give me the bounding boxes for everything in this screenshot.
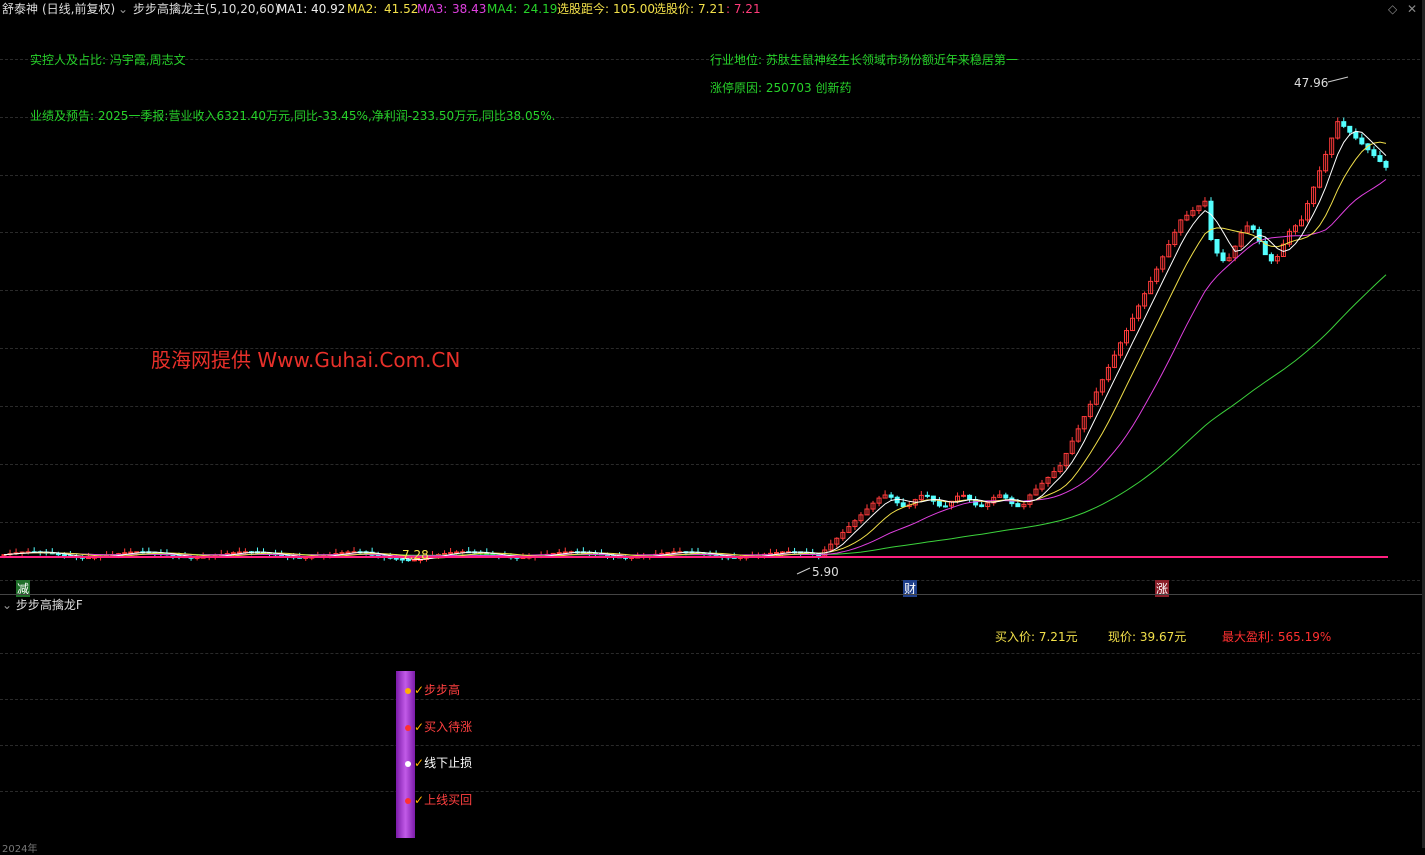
grid-line	[0, 791, 1425, 792]
candle-body	[556, 552, 562, 555]
grid-line	[0, 653, 1425, 654]
sub-indicator-name: 步步高擒龙F	[15, 598, 83, 612]
candle-body	[1383, 160, 1389, 168]
candle-body	[1353, 131, 1359, 139]
candle-body	[1371, 149, 1377, 157]
grid-line	[0, 699, 1425, 700]
candle-body	[979, 504, 985, 508]
sub-indicator-title[interactable]: ⌄ 步步高擒龙F	[2, 597, 83, 613]
signal-mairu: ✓买入待涨	[405, 720, 472, 734]
candle-body	[345, 551, 351, 554]
ma3-line	[3, 178, 1387, 557]
dot-icon	[405, 687, 411, 694]
candle-body	[665, 552, 671, 555]
ma1-line	[3, 130, 1387, 561]
candle-body	[900, 502, 906, 508]
candle-body	[1003, 494, 1009, 499]
candle-body	[448, 552, 454, 555]
candle-body	[1208, 200, 1214, 241]
candle-body	[55, 553, 61, 556]
candle-body	[936, 500, 942, 507]
candle-body	[780, 551, 786, 554]
dot-icon	[405, 760, 411, 767]
candle-body	[562, 551, 568, 554]
low-label: 5.90	[812, 565, 839, 579]
signal-label: 上线买回	[424, 793, 473, 807]
candle-body	[442, 552, 448, 555]
candle-body	[961, 494, 967, 497]
candle-body	[339, 552, 345, 555]
grid-line	[0, 745, 1425, 746]
signal-maihui: ✓上线买回	[405, 793, 472, 807]
candle-body	[1377, 155, 1383, 162]
low-arrow	[796, 567, 811, 575]
ma4-line	[3, 274, 1387, 556]
candle-body	[888, 494, 894, 498]
max-profit-info: 最大盈利: 565.19%	[1222, 630, 1332, 644]
candle-body	[1359, 137, 1365, 145]
candle-body	[393, 557, 399, 560]
candle-body	[122, 552, 128, 555]
candle-body	[924, 494, 930, 497]
high-arrow	[1327, 76, 1349, 83]
candle-body	[942, 505, 948, 508]
ma2-line	[3, 141, 1387, 559]
candle-body	[930, 495, 936, 502]
dot-icon	[405, 724, 411, 731]
candle-body	[1015, 503, 1021, 508]
candle-body	[1341, 121, 1347, 127]
candle-body	[230, 552, 236, 555]
buy-price-info: 买入价: 7.21元	[995, 630, 1078, 644]
dot-icon	[405, 797, 411, 804]
candle-body	[773, 552, 779, 555]
candle-body	[967, 494, 973, 501]
sub-collapse-icon[interactable]: ⌄	[2, 598, 12, 612]
signal-bubugao: ✓步步高	[405, 683, 460, 697]
candle-body	[454, 551, 460, 554]
candle-body	[1268, 254, 1274, 262]
pane-divider[interactable]	[0, 594, 1425, 595]
signal-label: 步步高	[424, 683, 461, 697]
candle-body	[1347, 125, 1353, 133]
signal-label: 线下止损	[424, 756, 473, 770]
current-price-info: 现价: 39.67元	[1108, 630, 1187, 644]
candle-body	[1214, 239, 1220, 254]
price-chart[interactable]	[0, 0, 1425, 594]
candle-body	[128, 551, 134, 554]
signal-label: 买入待涨	[424, 720, 473, 734]
candle-body	[236, 551, 242, 554]
buy-line-label: 7.28	[402, 548, 429, 562]
candle-body	[1220, 252, 1226, 262]
high-label: 47.96	[1294, 76, 1329, 90]
candle-body	[61, 554, 67, 557]
x-axis: 2024年	[0, 840, 1425, 855]
signal-zhisun: ✓线下止损	[405, 756, 472, 770]
candle-body	[1250, 225, 1256, 231]
